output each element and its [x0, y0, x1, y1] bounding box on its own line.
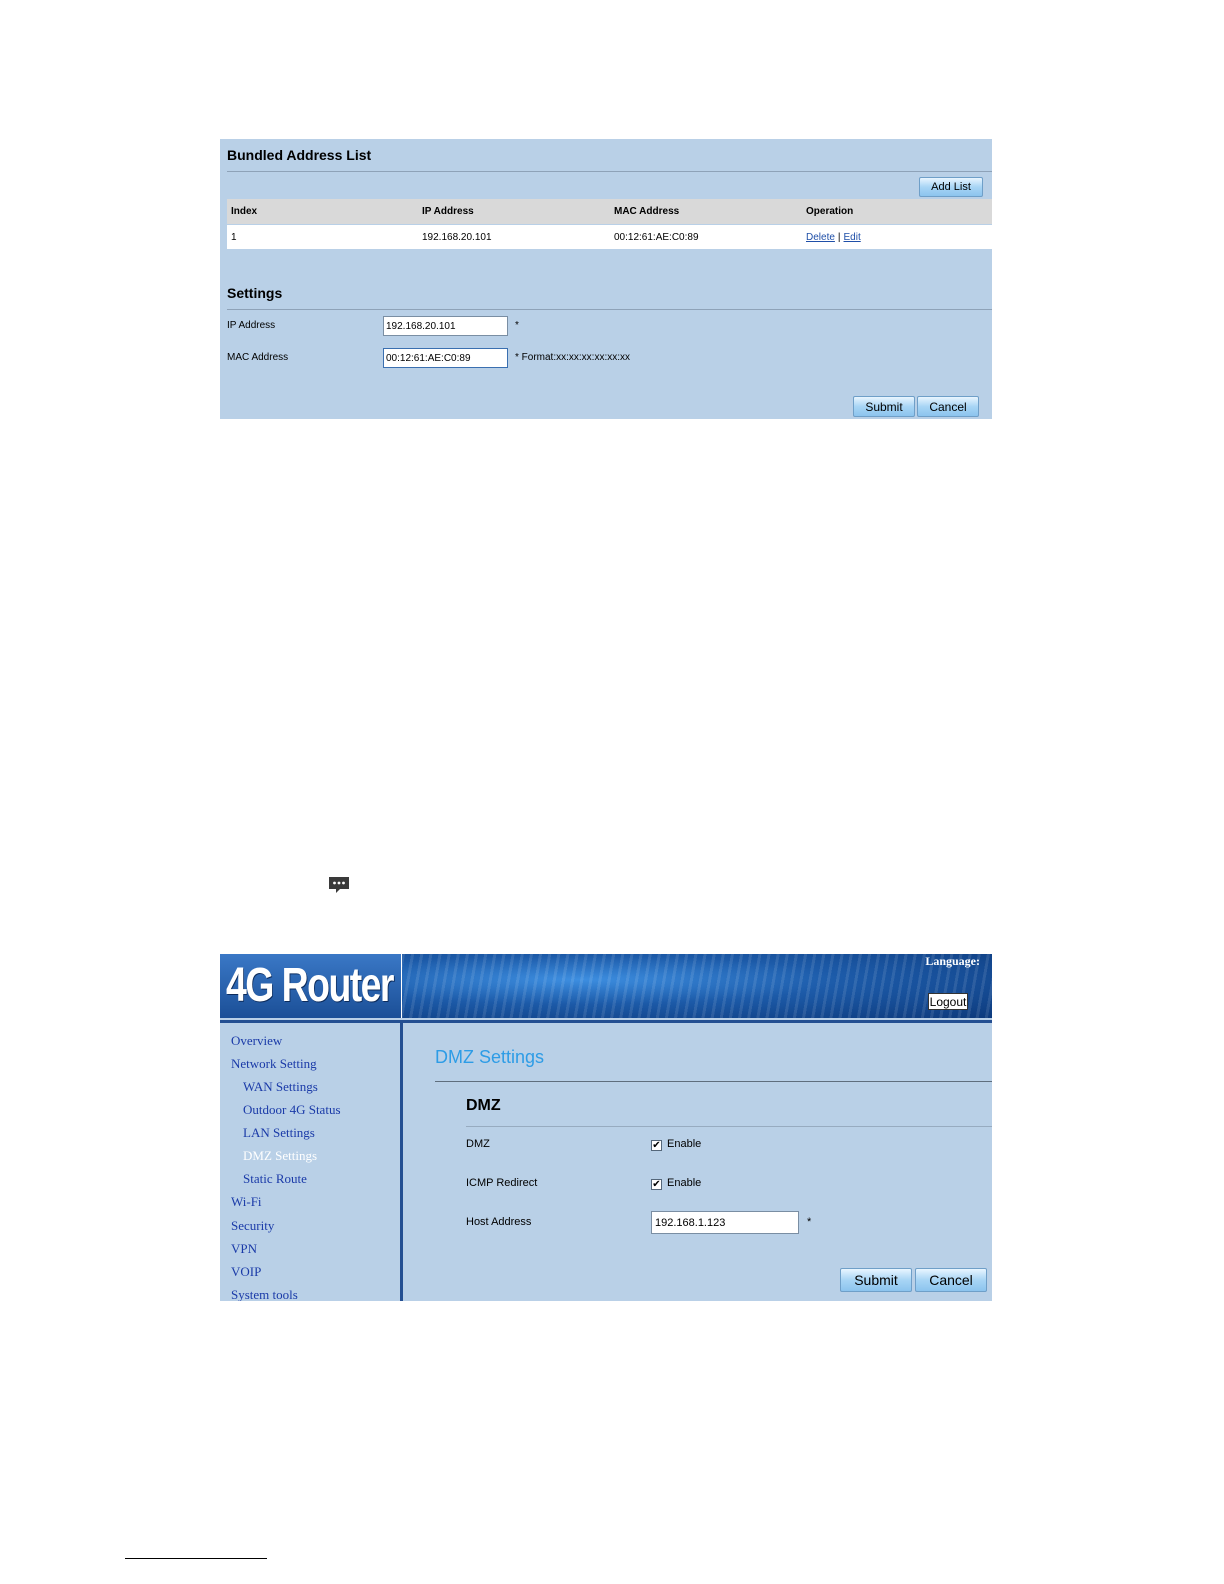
column-header-operation: Operation — [806, 206, 854, 217]
ip-address-input[interactable]: 192.168.20.101 — [383, 316, 508, 336]
row-mac-address: 00:12:61:AE:C0:89 — [614, 231, 699, 243]
cancel-button[interactable]: Cancel — [917, 396, 979, 417]
mac-format-hint: * Format:xx:xx:xx:xx:xx:xx — [515, 352, 631, 363]
nav-wan-settings[interactable]: WAN Settings — [243, 1079, 318, 1095]
router-dmz-screen: 4G Router Language: Logout Overview Netw… — [220, 954, 992, 1301]
host-address-input[interactable]: 192.168.1.123 — [651, 1211, 799, 1234]
operation-separator: | — [837, 231, 841, 243]
title-divider — [227, 171, 992, 172]
chat-bubble-icon — [329, 877, 349, 893]
router-banner: 4G Router Language: Logout — [220, 954, 992, 1018]
dmz-section-title: DMZ — [466, 1097, 501, 1114]
row-ip-address: 192.168.20.101 — [422, 231, 492, 243]
footnote-rule — [125, 1558, 267, 1559]
row-index: 1 — [231, 231, 237, 243]
ip-address-label: IP Address — [227, 320, 276, 331]
delete-link[interactable]: Delete — [806, 232, 835, 243]
logout-button[interactable]: Logout — [928, 993, 968, 1010]
column-header-index: Index — [231, 206, 258, 217]
icmp-enable-checkbox[interactable]: ✔ — [651, 1179, 662, 1190]
language-label: Language: — [925, 954, 980, 968]
nav-wifi[interactable]: Wi-Fi — [231, 1194, 262, 1210]
submit-button[interactable]: Submit — [853, 396, 915, 417]
nav-lan-settings[interactable]: LAN Settings — [243, 1125, 315, 1141]
icmp-redirect-label: ICMP Redirect — [466, 1177, 538, 1189]
host-address-label: Host Address — [466, 1216, 532, 1228]
nav-vpn[interactable]: VPN — [231, 1241, 257, 1257]
mac-address-label: MAC Address — [227, 352, 289, 363]
router-logo: 4G Router — [220, 954, 401, 1018]
nav-static-route[interactable]: Static Route — [243, 1171, 307, 1187]
row-operations: Delete | Edit — [806, 225, 861, 249]
settings-title: Settings — [227, 285, 283, 301]
bundled-address-title: Bundled Address List — [227, 147, 372, 163]
column-header-mac: MAC Address — [614, 206, 680, 217]
edit-link[interactable]: Edit — [844, 232, 861, 243]
settings-divider — [227, 309, 992, 310]
page-title-divider — [435, 1081, 992, 1082]
host-required-mark: * — [807, 1216, 812, 1228]
banner-divider — [220, 1020, 992, 1023]
page-title: DMZ Settings — [435, 1047, 545, 1067]
nav-network-setting[interactable]: Network Setting — [231, 1056, 317, 1072]
table-row: 1 192.168.20.101 00:12:61:AE:C0:89 Delet… — [227, 225, 992, 249]
dmz-enable-checkbox[interactable]: ✔ — [651, 1140, 662, 1151]
nav-overview[interactable]: Overview — [231, 1033, 282, 1049]
table-header: Index IP Address MAC Address Operation — [227, 199, 992, 224]
icmp-enable-label: Enable — [667, 1177, 702, 1189]
ip-required-mark: * — [515, 320, 519, 331]
dmz-section-divider — [466, 1126, 992, 1127]
column-header-ip: IP Address — [422, 206, 474, 217]
dmz-enable-label: Enable — [667, 1138, 702, 1150]
nav-outdoor-4g-status[interactable]: Outdoor 4G Status — [243, 1102, 341, 1118]
add-list-button[interactable]: Add List — [919, 177, 983, 197]
nav-security[interactable]: Security — [231, 1218, 274, 1234]
dmz-cancel-button[interactable]: Cancel — [915, 1268, 987, 1292]
sidebar-divider — [400, 1023, 403, 1301]
mac-address-input[interactable]: 00:12:61:AE:C0:89 — [383, 348, 508, 368]
dmz-submit-button[interactable]: Submit — [840, 1268, 912, 1292]
dmz-label: DMZ — [466, 1138, 490, 1150]
nav-system-tools[interactable]: System tools — [231, 1287, 298, 1301]
banner-artwork — [401, 954, 992, 1018]
router-logo-text: 4G Router — [226, 959, 395, 1012]
bundled-address-panel: Bundled Address List Add List Index IP A… — [220, 139, 992, 419]
nav-dmz-settings[interactable]: DMZ Settings — [243, 1148, 317, 1164]
nav-voip[interactable]: VOIP — [231, 1264, 261, 1280]
